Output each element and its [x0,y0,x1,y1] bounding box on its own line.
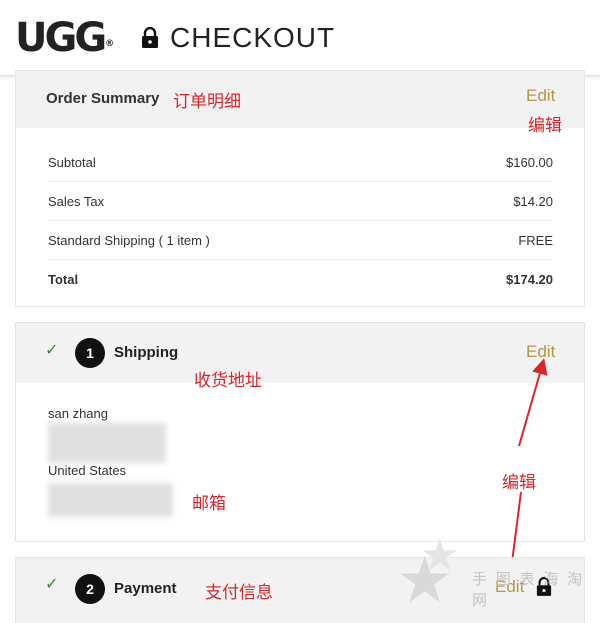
check-icon: ✓ [45,576,59,593]
shipping-cost-value: FREE [518,233,553,248]
step-number-badge: 1 [75,338,105,368]
lock-icon [142,27,158,48]
email-annotation: 邮箱 [192,494,226,514]
shipping-edit-annotation: 编辑 [502,473,536,493]
check-icon: ✓ [45,342,59,359]
subtotal-value: $160.00 [506,155,553,170]
order-summary-edit-link[interactable]: Edit [526,86,555,106]
shipping-annotation: 收货地址 [194,371,262,391]
watermark-text: 手 图 表 海 淘 网 [472,570,585,609]
ugg-logo[interactable]: UGG ® [15,14,114,62]
registered-mark: ® [105,39,115,49]
total-label: Total [48,272,79,287]
sales-tax-label: Sales Tax [48,194,105,209]
logo-text: UGG [15,15,107,61]
checkout-header: UGG ® CHECKOUT [0,0,600,76]
redacted-email [48,483,173,517]
row-divider [48,220,553,221]
payment-title: Payment [114,580,177,597]
order-summary-annotation: 订单明细 [173,92,241,112]
order-summary-header: Order Summary 订单明细 Edit [16,71,584,128]
sales-tax-value: $14.20 [513,194,553,209]
subtotal-label: Subtotal [48,155,96,170]
payment-annotation: 支付信息 [205,583,273,603]
shipping-edit-link[interactable]: Edit [526,342,555,362]
order-summary-edit-annotation: 编辑 [528,116,562,136]
shipping-card: ✓ 1 Shipping Edit 收货地址 san zhang United … [15,322,585,542]
order-summary-card: Order Summary 订单明细 Edit 编辑 Subtotal $160… [15,70,585,307]
total-value: $174.20 [506,272,553,287]
row-divider [48,181,553,182]
shipping-country: United States [48,463,127,478]
shipping-title: Shipping [114,344,179,361]
step-number-badge: 2 [75,574,105,604]
shipping-name: san zhang [48,406,108,421]
page-title: CHECKOUT [170,22,336,53]
row-divider [48,259,553,260]
order-summary-title: Order Summary [46,90,160,107]
redacted-address [48,423,166,463]
watermark-star-icon: ★ [420,531,460,580]
shipping-cost-label: Standard Shipping ( 1 item ) [48,233,210,248]
shipping-header: ✓ 1 Shipping Edit [16,323,584,383]
